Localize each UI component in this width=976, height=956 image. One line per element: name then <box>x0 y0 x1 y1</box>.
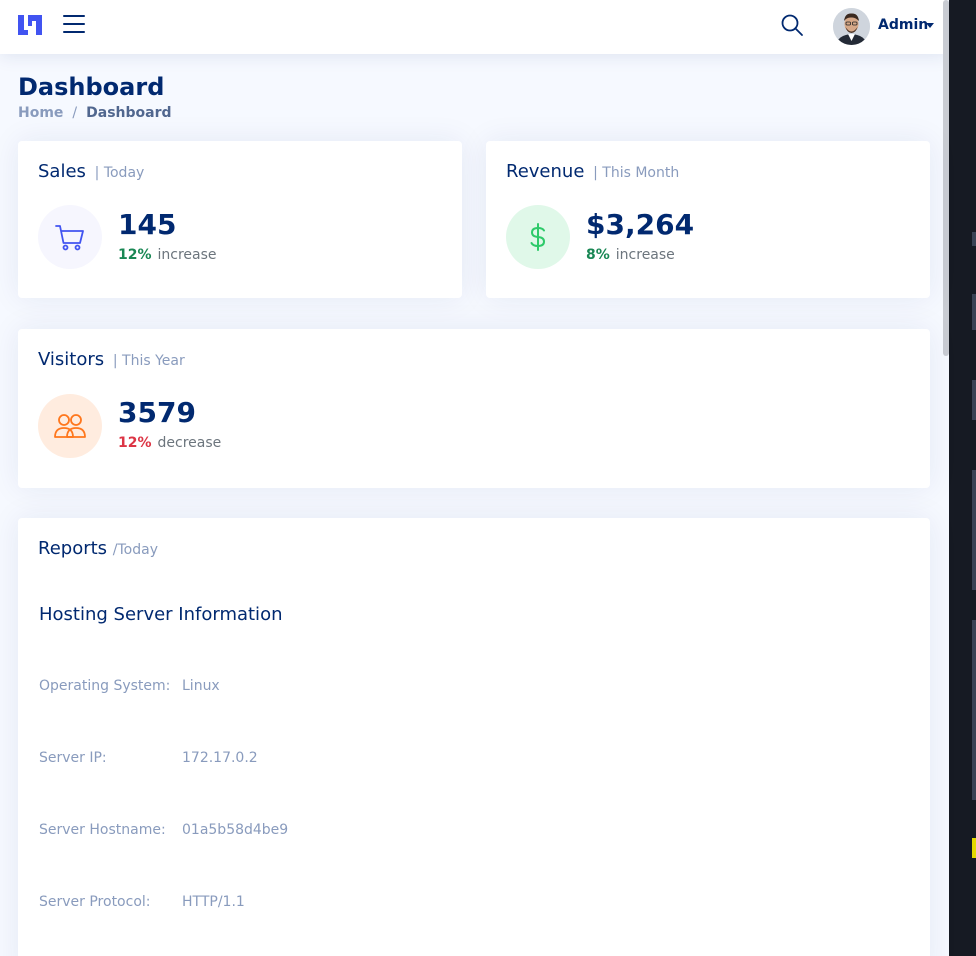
logo-icon[interactable] <box>17 13 43 37</box>
info-row-ip: Server IP: 172.17.0.2 <box>39 750 258 766</box>
breadcrumb-home-link[interactable]: Home <box>18 105 63 121</box>
info-label: Operating System: <box>39 678 171 694</box>
search-icon[interactable] <box>780 13 804 37</box>
visitors-percent: 12% <box>118 435 152 451</box>
menu-icon[interactable] <box>63 15 87 37</box>
top-header: Admin <box>0 0 948 54</box>
breadcrumb: Home / Dashboard <box>18 105 172 121</box>
sales-card: Sales | Today 145 12% increase <box>18 141 462 298</box>
card-period: | Today <box>94 165 145 181</box>
info-value: 172.17.0.2 <box>182 750 258 766</box>
visitors-trend: decrease <box>157 435 222 451</box>
card-title-text: Visitors <box>38 349 105 370</box>
card-title: Reports /Today <box>38 538 158 559</box>
sales-change: 12% increase <box>118 247 217 263</box>
server-info-heading: Hosting Server Information <box>39 604 283 625</box>
card-title-text: Reports <box>38 538 108 559</box>
visitors-card: Visitors | This Year 3579 12% decrease <box>18 329 930 488</box>
revenue-card: Revenue | This Month $3,264 8% increase <box>486 141 930 298</box>
revenue-percent: 8% <box>586 247 610 263</box>
dollar-icon <box>506 205 570 269</box>
user-menu-toggle[interactable]: Admin <box>878 17 928 33</box>
revenue-value: $3,264 <box>586 208 695 241</box>
info-label: Server Protocol: <box>39 894 151 910</box>
card-period: | This Year <box>112 353 185 369</box>
card-title-text: Sales <box>38 161 86 182</box>
user-avatar[interactable] <box>833 8 870 45</box>
info-value: HTTP/1.1 <box>182 894 245 910</box>
breadcrumb-current: Dashboard <box>86 105 172 121</box>
sales-value: 145 <box>118 208 177 241</box>
card-title: Sales | Today <box>38 161 144 182</box>
card-title: Visitors | This Year <box>38 349 185 370</box>
revenue-trend: increase <box>615 247 675 263</box>
revenue-change: 8% increase <box>586 247 675 263</box>
info-label: Server Hostname: <box>39 822 166 838</box>
page-title: Dashboard <box>18 73 165 101</box>
visitors-change: 12% decrease <box>118 435 221 451</box>
card-title: Revenue | This Month <box>506 161 679 182</box>
sales-percent: 12% <box>118 247 152 263</box>
card-period: | This Month <box>593 165 680 181</box>
chevron-down-icon[interactable] <box>926 23 934 28</box>
info-row-hostname: Server Hostname: 01a5b58d4be9 <box>39 822 288 838</box>
people-icon <box>38 394 102 458</box>
info-value: 01a5b58d4be9 <box>182 822 289 838</box>
visitors-value: 3579 <box>118 396 196 429</box>
info-row-os: Operating System: Linux <box>39 678 220 694</box>
info-value: Linux <box>182 678 220 694</box>
sales-trend: increase <box>157 247 217 263</box>
card-title-text: Revenue <box>506 161 585 182</box>
card-period: /Today <box>112 542 158 558</box>
info-label: Server IP: <box>39 750 107 766</box>
reports-card: Reports /Today Hosting Server Informatio… <box>18 518 930 956</box>
breadcrumb-separator: / <box>72 105 78 121</box>
background-window-edge <box>949 0 976 956</box>
cart-icon <box>38 205 102 269</box>
info-row-protocol: Server Protocol: HTTP/1.1 <box>39 894 245 910</box>
